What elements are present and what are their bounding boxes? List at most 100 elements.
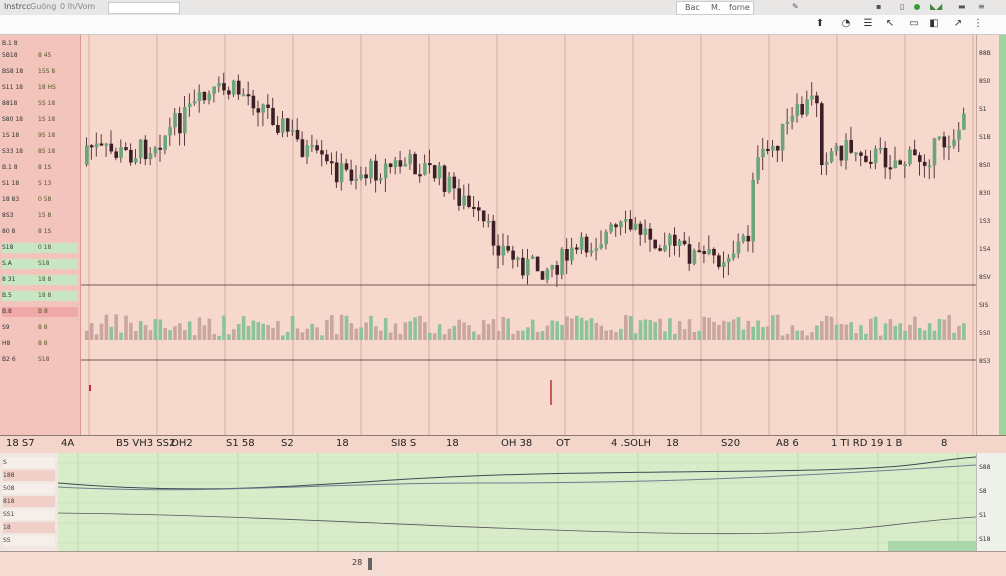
watchlist-row[interactable]: 8 31 18 8 xyxy=(2,275,78,285)
candle-body xyxy=(829,151,834,162)
price-axis[interactable]: 88B 8S0 S1 S1B 8S0 830 1S3 1S4 8SV SIS 5S0 8S3 xyxy=(976,35,1006,435)
watchlist-row[interactable]: 8S3 15 8 xyxy=(2,211,78,221)
volume-bar xyxy=(545,325,550,340)
candle-body xyxy=(873,148,878,164)
pencil-icon[interactable]: ✎ xyxy=(792,2,799,11)
watchlist-row[interactable]: S9 8 8 xyxy=(2,323,78,333)
clock-icon[interactable]: ◔ xyxy=(840,18,852,30)
watchlist-row[interactable]: B.8 B 8 xyxy=(2,307,78,317)
tab-2[interactable]: M. xyxy=(711,3,720,12)
pointer-icon[interactable]: ↖ xyxy=(884,18,896,30)
list-icon[interactable]: ☰ xyxy=(862,18,874,30)
time-label: S2 xyxy=(281,438,294,449)
watchlist-row[interactable]: B.5 18 8 xyxy=(2,291,78,301)
menu-icon[interactable]: ≡ xyxy=(978,2,985,11)
candle-body xyxy=(124,147,128,150)
volume-bar xyxy=(241,316,246,340)
indicator-label: 18 xyxy=(3,522,55,533)
search-input[interactable] xyxy=(108,2,180,14)
candle-body xyxy=(575,247,579,250)
candle-body xyxy=(295,129,300,140)
price-chart[interactable] xyxy=(81,35,976,435)
signal-icon: ◣◢ xyxy=(930,2,943,11)
toggle-icon[interactable]: ◧ xyxy=(928,18,940,30)
candle-body xyxy=(702,251,706,255)
volume-bar xyxy=(614,332,618,340)
time-label: B5 VH3 SS2 xyxy=(116,438,176,449)
watchlist-row[interactable]: S80 18 1S 18 xyxy=(2,115,78,125)
volume-bar xyxy=(555,321,559,340)
watchlist-row[interactable]: BS8 18 15S 8 xyxy=(2,67,78,77)
candle-body xyxy=(227,90,231,95)
price-label: 8S0 xyxy=(979,162,991,169)
volume-bar xyxy=(687,319,692,340)
candle-body xyxy=(388,163,393,168)
volume-bar xyxy=(908,324,912,340)
watchlist-row[interactable]: S1 18 5 13 xyxy=(2,179,78,189)
cursor-icon[interactable]: ⬆ xyxy=(814,18,826,30)
candle-body xyxy=(952,139,956,146)
candle-body xyxy=(359,174,363,179)
volume-bar xyxy=(820,321,824,340)
tab-1[interactable]: Bac xyxy=(685,3,700,12)
volume-bar xyxy=(447,328,452,340)
volume-bar xyxy=(158,319,163,340)
watchlist-row[interactable]: 18 83 0 58 xyxy=(2,195,78,205)
candle-body xyxy=(85,145,89,165)
candle-body xyxy=(310,145,314,148)
indicator-panel[interactable] xyxy=(57,453,977,551)
indicator-label: S xyxy=(3,457,55,468)
volume-bar xyxy=(751,326,755,340)
watchlist-row[interactable]: 8818 5S 18 xyxy=(2,99,78,109)
candle-body xyxy=(692,250,697,264)
tab-3[interactable]: forne xyxy=(729,3,750,12)
candle-body xyxy=(839,145,844,161)
watchlist-row[interactable]: S18 0 18 xyxy=(2,243,78,253)
square-icon[interactable]: ▪ xyxy=(876,2,881,11)
volume-bar xyxy=(276,321,280,340)
volume-bar xyxy=(780,335,785,340)
time-axis[interactable]: 18 S7 4A B5 VH3 SS2 OH2 S1 58 S2 18 SI8 S 18 OH 3… xyxy=(0,435,1006,454)
candle-body xyxy=(815,95,819,104)
candle-body xyxy=(594,248,599,251)
candle-body xyxy=(648,228,653,240)
watchlist-row[interactable]: H8 8 8 xyxy=(2,339,78,349)
volume-bar xyxy=(937,319,942,340)
volume-bar xyxy=(207,318,212,340)
watchlist-row[interactable]: 1S 18 95 18 xyxy=(2,131,78,141)
candle-body xyxy=(290,129,295,132)
candle-body xyxy=(854,152,858,155)
volume-bar xyxy=(677,321,682,340)
candle-body xyxy=(864,155,868,162)
volume-bar xyxy=(251,320,256,340)
doc-icon[interactable]: ▭ xyxy=(908,18,920,30)
watchlist-row[interactable]: 5B18 8 45 xyxy=(2,51,78,61)
candle-body xyxy=(241,94,246,97)
volume-bar xyxy=(589,318,594,340)
watchlist-row[interactable]: 80 88 1S xyxy=(2,227,78,237)
window-title: Instrcc xyxy=(4,2,31,11)
watchlist-row[interactable]: S11 18 18 HS xyxy=(2,83,78,93)
minimize-icon[interactable]: ▬ xyxy=(958,2,966,11)
candle-body xyxy=(584,236,589,253)
volume-bar xyxy=(501,316,506,340)
candle-body xyxy=(197,91,202,102)
candle-body xyxy=(883,147,888,168)
phone-icon[interactable]: ▯ xyxy=(900,2,904,11)
candle-body xyxy=(643,228,648,235)
volume-bar xyxy=(839,324,844,340)
candle-body xyxy=(104,143,109,146)
volume-bar xyxy=(692,332,697,340)
volume-bar xyxy=(834,324,839,340)
watchlist-row[interactable]: S.A S18 xyxy=(2,259,78,269)
watchlist-row[interactable]: B2 6 S18 xyxy=(2,355,78,365)
scroll-handle[interactable] xyxy=(368,558,372,570)
pencil-icon[interactable]: ↗ xyxy=(952,18,964,30)
candle-body xyxy=(682,240,687,245)
more-icon[interactable]: ⋮ xyxy=(972,18,984,30)
volume-bar xyxy=(594,322,599,340)
candlestick-chart[interactable] xyxy=(81,35,976,435)
watchlist-row[interactable]: S33 18 85 18 xyxy=(2,147,78,157)
watchlist-row[interactable]: B.1 88 1S xyxy=(2,163,78,173)
volume-bar xyxy=(864,333,868,340)
